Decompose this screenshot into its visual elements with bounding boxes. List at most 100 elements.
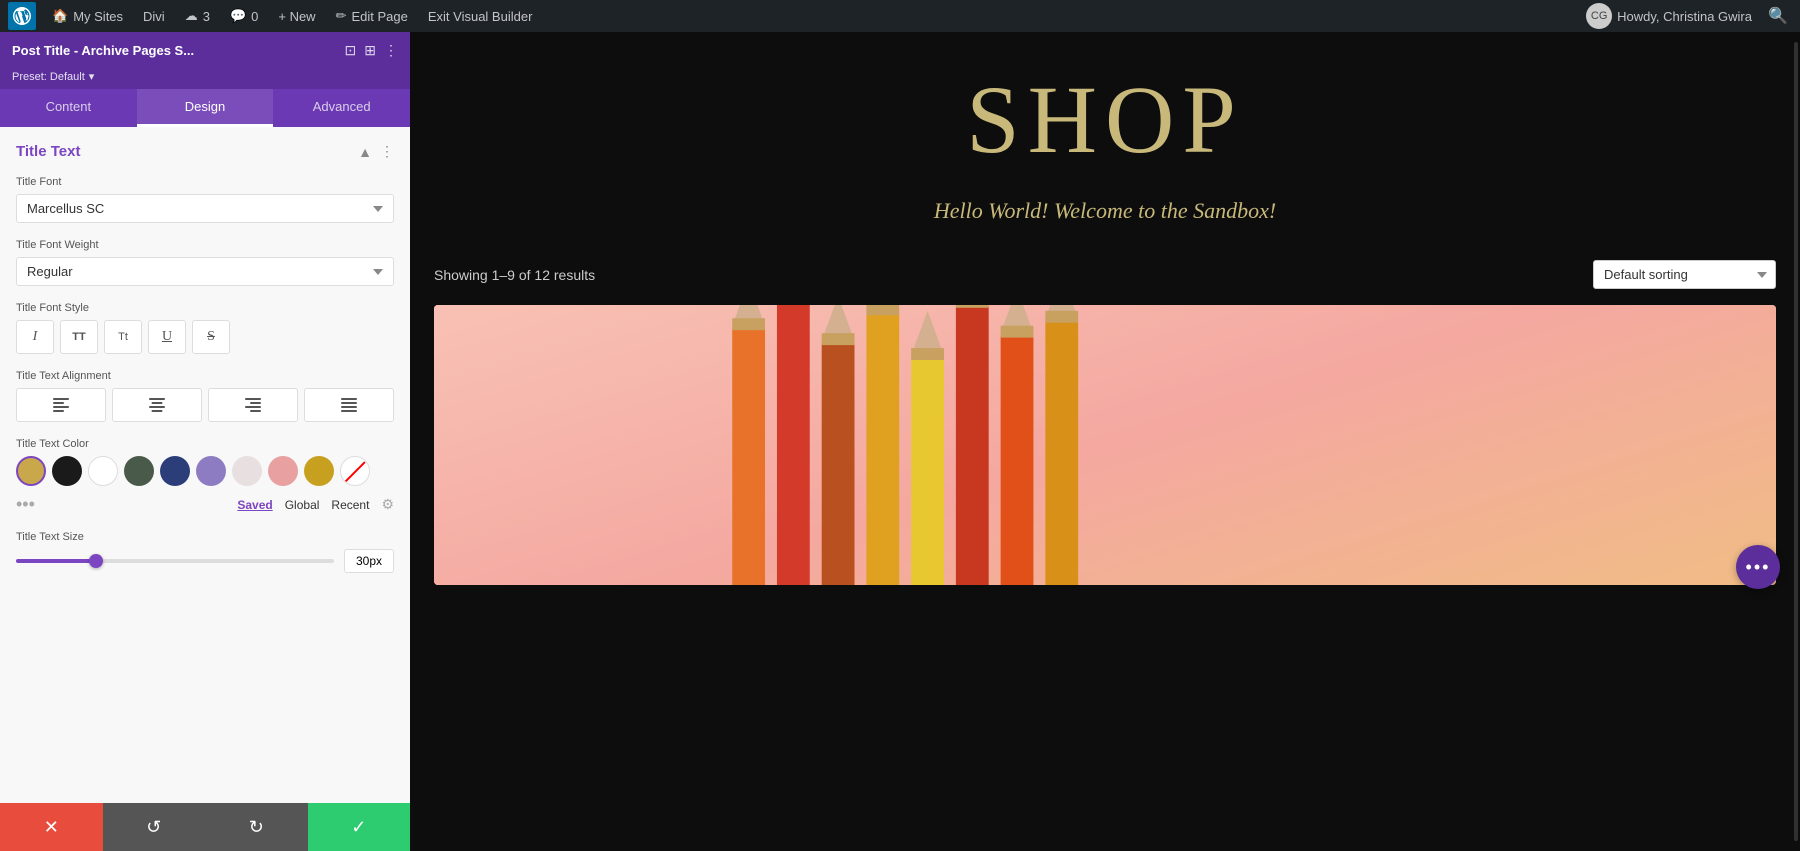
title-font-weight-group: Title Font Weight Regular [16, 239, 394, 286]
bottom-bar: ✕ ↺ ↻ ✓ [0, 803, 410, 851]
title-text-color-group: Title Text Color ••• Saved Global [16, 438, 394, 515]
layout-icon[interactable]: ⊞ [364, 42, 376, 59]
panel-header-icons: ⊡ ⊞ ⋮ [345, 42, 398, 59]
exit-builder-button[interactable]: Exit Visual Builder [420, 0, 541, 32]
align-justify-button[interactable] [304, 388, 394, 422]
pencil-icon: ✏ [336, 8, 347, 24]
shop-meta: Showing 1–9 of 12 results Default sortin… [410, 244, 1800, 305]
title-text-size-track[interactable] [16, 559, 334, 563]
search-icon: 🔍 [1768, 6, 1788, 26]
undo-button[interactable]: ↺ [103, 803, 206, 851]
section-header: Title Text ▲ ⋮ [16, 143, 394, 160]
title-text-size-slider-row: 30px [16, 549, 394, 573]
color-tab-global[interactable]: Global [285, 498, 320, 512]
capitalize-button[interactable]: Tt [104, 320, 142, 354]
user-greeting: Howdy, Christina Gwira [1617, 9, 1752, 24]
new-menu[interactable]: + New [270, 0, 323, 32]
collapse-icon[interactable]: ▲ [358, 144, 372, 160]
title-text-alignment-group: Title Text Alignment [16, 370, 394, 422]
cancel-icon: ✕ [44, 817, 59, 838]
save-button[interactable]: ✓ [308, 803, 411, 851]
comments-count: 0 [251, 9, 258, 24]
comments-menu[interactable]: 💬 0 [222, 0, 266, 32]
color-swatch-purple[interactable] [196, 456, 226, 486]
color-swatch-none[interactable] [340, 456, 370, 486]
pencils-illustration [434, 305, 1776, 585]
strikethrough-button[interactable]: S [192, 320, 230, 354]
sort-select[interactable]: Default sorting Sort by popularity Sort … [1593, 260, 1776, 289]
scroll-indicator [1794, 42, 1798, 841]
edit-page-button[interactable]: ✏ Edit Page [328, 0, 416, 32]
align-right-button[interactable] [208, 388, 298, 422]
section-more-icon[interactable]: ⋮ [380, 143, 394, 160]
search-button[interactable]: 🔍 [1764, 2, 1792, 30]
color-settings-icon[interactable]: ⚙ [381, 496, 394, 513]
product-card [434, 305, 1776, 585]
color-swatch-pink[interactable] [268, 456, 298, 486]
divi-label: Divi [143, 9, 165, 24]
divi-menu[interactable]: Divi [135, 0, 173, 32]
tab-design[interactable]: Design [137, 89, 274, 127]
preview-area: SHOP Hello World! Welcome to the Sandbox… [410, 32, 1800, 851]
comments-icon: 💬 [230, 8, 246, 24]
title-text-size-value[interactable]: 30px [344, 549, 394, 573]
panel-tabs: Content Design Advanced [0, 89, 410, 127]
undo-icon: ↺ [146, 817, 161, 838]
product-image [434, 305, 1776, 585]
font-style-buttons: I TT Tt U S [16, 320, 394, 354]
tab-advanced[interactable]: Advanced [273, 89, 410, 127]
uppercase-button[interactable]: TT [60, 320, 98, 354]
floating-action-button[interactable]: ••• [1736, 545, 1780, 589]
my-sites-label: My Sites [73, 9, 123, 24]
color-tab-recent[interactable]: Recent [331, 498, 369, 512]
wordpress-logo[interactable] [8, 2, 36, 30]
color-tab-saved[interactable]: Saved [237, 498, 272, 512]
user-menu[interactable]: CG Howdy, Christina Gwira [1578, 0, 1760, 32]
cloud-count: 3 [203, 9, 210, 24]
title-font-weight-select[interactable]: Regular [16, 257, 394, 286]
preset-bar[interactable]: Preset: Default ▾ [0, 68, 410, 89]
color-swatch-green[interactable] [124, 456, 154, 486]
color-swatch-black[interactable] [52, 456, 82, 486]
italic-button[interactable]: I [16, 320, 54, 354]
title-text-size-thumb[interactable] [89, 554, 103, 568]
cancel-button[interactable]: ✕ [0, 803, 103, 851]
redo-button[interactable]: ↻ [205, 803, 308, 851]
exit-builder-label: Exit Visual Builder [428, 9, 533, 24]
tab-content-label: Content [46, 99, 92, 114]
underline-button[interactable]: U [148, 320, 186, 354]
title-font-group: Title Font Marcellus SC [16, 176, 394, 223]
product-grid-area: ••• [410, 305, 1800, 609]
color-swatch-light-pink[interactable] [232, 456, 262, 486]
title-text-color-label: Title Text Color [16, 438, 394, 450]
align-center-button[interactable] [112, 388, 202, 422]
alignment-buttons [16, 388, 394, 422]
color-swatches [16, 456, 394, 486]
shop-hero: SHOP Hello World! Welcome to the Sandbox… [410, 32, 1800, 244]
color-swatch-navy[interactable] [160, 456, 190, 486]
preset-label: Preset: Default [12, 71, 85, 83]
title-text-size-group: Title Text Size 30px [16, 531, 394, 573]
more-options-icon[interactable]: ⋮ [384, 42, 398, 59]
new-label: + New [278, 9, 315, 24]
section-icons: ▲ ⋮ [358, 143, 394, 160]
cloud-icon: ☁ [185, 8, 198, 24]
shop-title: SHOP [430, 72, 1780, 168]
panel-title: Post Title - Archive Pages S... [12, 43, 194, 58]
my-sites-menu[interactable]: 🏠 My Sites [44, 0, 131, 32]
color-swatch-white[interactable] [88, 456, 118, 486]
title-font-label: Title Font [16, 176, 394, 188]
color-more-icon[interactable]: ••• [16, 494, 35, 515]
tab-advanced-label: Advanced [313, 99, 371, 114]
admin-bar: 🏠 My Sites Divi ☁ 3 💬 0 + New ✏ Edit Pag… [0, 0, 1800, 32]
fullscreen-icon[interactable]: ⊡ [345, 42, 357, 59]
cloud-menu[interactable]: ☁ 3 [177, 0, 218, 32]
align-left-button[interactable] [16, 388, 106, 422]
panel-content: Title Text ▲ ⋮ Title Font Marcellus SC T… [0, 127, 410, 803]
tab-content[interactable]: Content [0, 89, 137, 127]
title-text-size-label: Title Text Size [16, 531, 394, 543]
color-swatch-gold[interactable] [16, 456, 46, 486]
avatar: CG [1586, 3, 1612, 29]
color-swatch-amber[interactable] [304, 456, 334, 486]
title-font-select[interactable]: Marcellus SC [16, 194, 394, 223]
